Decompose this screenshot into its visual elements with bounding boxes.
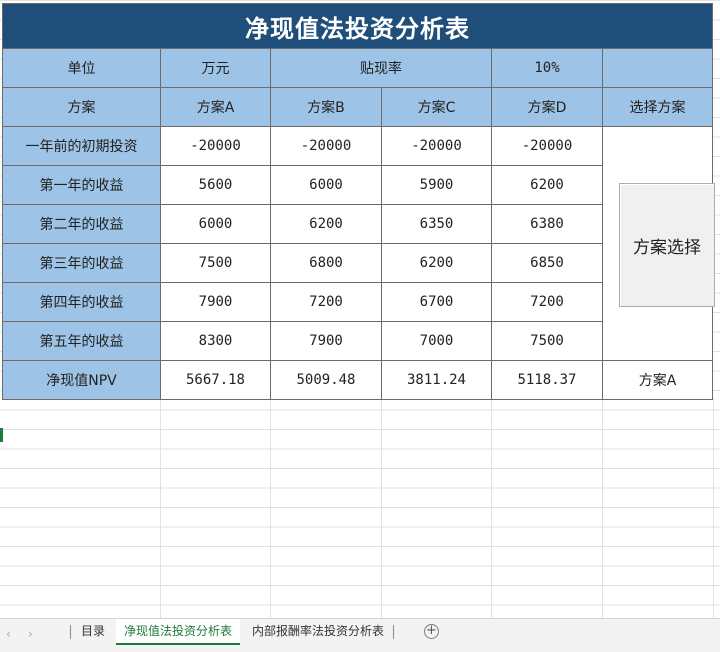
table-title[interactable]: 净现值法投资分析表 <box>2 3 713 49</box>
discount-label[interactable]: 贴现率 <box>270 48 492 88</box>
grid-line <box>160 398 161 618</box>
table-cell[interactable]: -20000 <box>270 126 382 166</box>
table-cell[interactable]: 7900 <box>160 282 271 322</box>
row-label[interactable]: 一年前的初期投资 <box>2 126 161 166</box>
npv-table: 净现值法投资分析表 单位 万元 贴现率 10% 方案 方案A 方案B 方案C 方… <box>2 3 715 400</box>
spreadsheet-grid[interactable]: 净现值法投资分析表 单位 万元 贴现率 10% 方案 方案A 方案B 方案C 方… <box>0 0 720 618</box>
table-cell[interactable]: -20000 <box>491 126 603 166</box>
chosen-plan-cell[interactable]: 方案A <box>602 360 713 400</box>
table-cell[interactable]: 6200 <box>491 165 603 205</box>
table-cell[interactable]: 6700 <box>381 282 492 322</box>
grid-line <box>381 398 382 618</box>
table-cell[interactable]: 6200 <box>270 204 382 244</box>
grid-line <box>602 398 603 618</box>
empty-cell[interactable] <box>602 48 713 88</box>
select-plan-button[interactable]: 方案选择 <box>619 183 715 307</box>
table-cell[interactable]: 7200 <box>491 282 603 322</box>
table-cell[interactable]: 6850 <box>491 243 603 283</box>
column-header[interactable]: 方案B <box>270 87 382 127</box>
row-label[interactable]: 第一年的收益 <box>2 165 161 205</box>
unit-label[interactable]: 单位 <box>2 48 161 88</box>
tab-npv-analysis[interactable]: 净现值法投资分析表 <box>116 619 241 645</box>
table-cell[interactable]: 5600 <box>160 165 271 205</box>
scroll-right-icon[interactable]: › <box>28 627 33 641</box>
table-cell[interactable]: 8300 <box>160 321 271 361</box>
npv-label[interactable]: 净现值NPV <box>2 360 161 400</box>
selection-area[interactable]: 方案选择 <box>602 126 715 361</box>
grid-line <box>713 398 714 618</box>
column-header[interactable]: 方案A <box>160 87 271 127</box>
row-label[interactable]: 第二年的收益 <box>2 204 161 244</box>
table-cell[interactable]: 7500 <box>160 243 271 283</box>
npv-cell[interactable]: 5009.48 <box>270 360 382 400</box>
table-cell[interactable]: 7500 <box>491 321 603 361</box>
table-cell[interactable]: 7200 <box>270 282 382 322</box>
table-cell[interactable]: 5900 <box>381 165 492 205</box>
row-label[interactable]: 第四年的收益 <box>2 282 161 322</box>
table-cell[interactable]: 6350 <box>381 204 492 244</box>
row-indicator <box>0 428 3 442</box>
table-cell[interactable]: 7000 <box>381 321 492 361</box>
row-label[interactable]: 第三年的收益 <box>2 243 161 283</box>
table-cell[interactable]: 6380 <box>491 204 603 244</box>
npv-cell[interactable]: 5667.18 <box>160 360 271 400</box>
scroll-left-icon[interactable]: ‹ <box>6 627 11 641</box>
table-cell[interactable]: 6000 <box>270 165 382 205</box>
tab-separator <box>393 625 394 639</box>
table-cell[interactable]: 7900 <box>270 321 382 361</box>
table-cell[interactable]: 6200 <box>381 243 492 283</box>
grid-line <box>491 398 492 618</box>
unit-value[interactable]: 万元 <box>160 48 271 88</box>
table-cell[interactable]: 6800 <box>270 243 382 283</box>
column-header[interactable]: 选择方案 <box>602 87 713 127</box>
grid-line <box>270 398 271 618</box>
tab-separator <box>70 625 71 639</box>
npv-cell[interactable]: 5118.37 <box>491 360 603 400</box>
row-label[interactable]: 第五年的收益 <box>2 321 161 361</box>
column-header[interactable]: 方案 <box>2 87 161 127</box>
table-cell[interactable]: -20000 <box>381 126 492 166</box>
add-sheet-icon[interactable]: + <box>424 624 439 639</box>
npv-cell[interactable]: 3811.24 <box>381 360 492 400</box>
column-header[interactable]: 方案D <box>491 87 603 127</box>
column-header[interactable]: 方案C <box>381 87 492 127</box>
tab-contents[interactable]: 目录 <box>73 619 113 644</box>
table-cell[interactable]: -20000 <box>160 126 271 166</box>
sheet-tab-bar: ‹ › 目录 净现值法投资分析表 内部报酬率法投资分析表 + <box>0 618 720 652</box>
tab-irr-analysis[interactable]: 内部报酬率法投资分析表 <box>244 619 392 644</box>
discount-value[interactable]: 10% <box>491 48 603 88</box>
table-cell[interactable]: 6000 <box>160 204 271 244</box>
